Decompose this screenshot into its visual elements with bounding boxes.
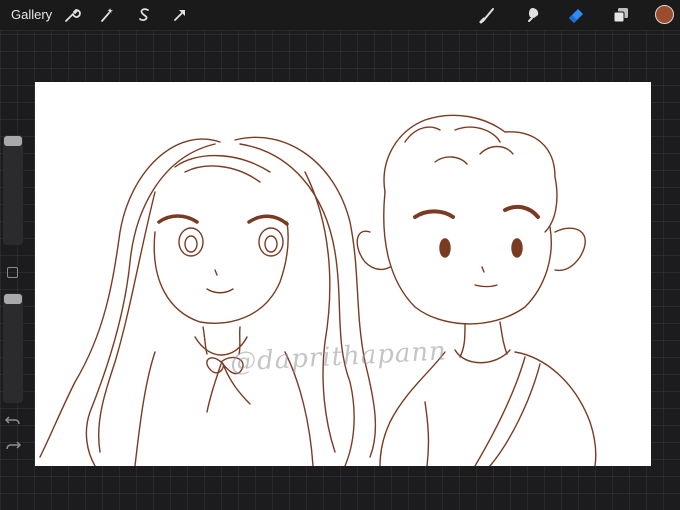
redo-arrow-icon[interactable] <box>4 439 22 453</box>
wrench-icon[interactable] <box>62 5 82 25</box>
opacity-slider[interactable] <box>3 293 23 403</box>
eraser-icon[interactable] <box>566 5 586 25</box>
selection-s-icon[interactable] <box>134 5 154 25</box>
color-picker-swatch[interactable] <box>655 5 674 24</box>
opacity-slider-knob[interactable] <box>4 294 22 304</box>
undo-arrow-icon[interactable] <box>4 414 22 428</box>
brush-size-slider[interactable] <box>3 135 23 245</box>
modify-button[interactable] <box>7 267 18 278</box>
left-sidebar <box>3 130 23 460</box>
drawing-canvas[interactable]: @daprithapann <box>35 82 651 466</box>
smudge-icon[interactable] <box>523 5 543 25</box>
sketch-artwork <box>39 114 597 466</box>
gallery-button[interactable]: Gallery <box>11 7 52 22</box>
brush-size-slider-knob[interactable] <box>4 136 22 146</box>
magic-wand-icon[interactable] <box>97 5 117 25</box>
brush-icon[interactable] <box>478 5 498 25</box>
transform-arrow-icon[interactable] <box>170 5 190 25</box>
layers-icon[interactable] <box>611 5 631 25</box>
top-toolbar: Gallery <box>0 0 680 31</box>
